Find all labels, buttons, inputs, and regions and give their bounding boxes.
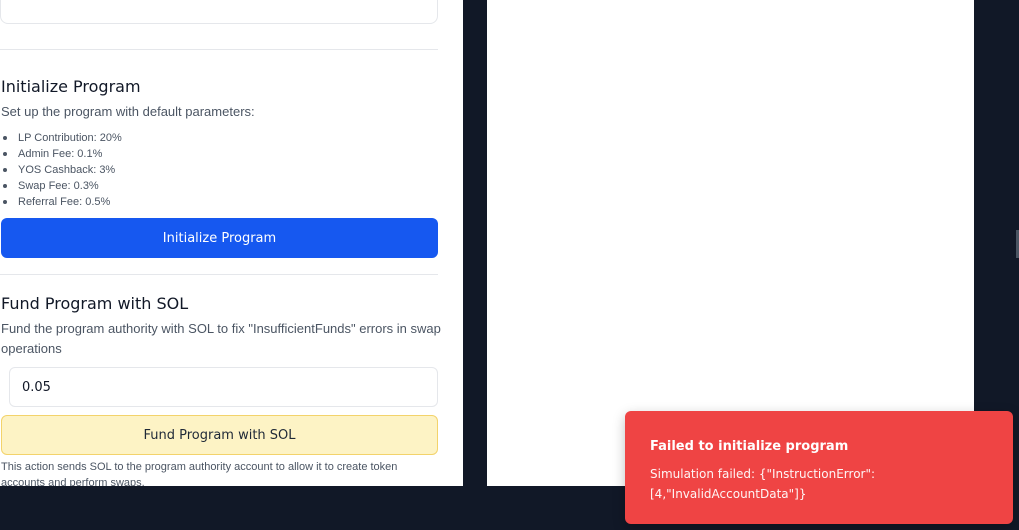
initialize-program-button[interactable]: Initialize Program	[1, 218, 438, 258]
error-toast[interactable]: Failed to initialize program Simulation …	[625, 411, 1013, 524]
top-card	[0, 0, 438, 24]
toast-description: Simulation failed: {"InstructionError": …	[650, 467, 876, 501]
param-admin-fee: Admin Fee: 0.1%	[0, 146, 122, 162]
fund-title: Fund Program with SOL	[1, 294, 189, 313]
sol-amount-input[interactable]	[9, 367, 438, 407]
parameter-list: LP Contribution: 20% Admin Fee: 0.1% YOS…	[0, 130, 122, 210]
fund-note: This action sends SOL to the program aut…	[1, 461, 398, 486]
param-referral-fee: Referral Fee: 0.5%	[0, 194, 122, 210]
param-yos-cashback: YOS Cashback: 3%	[0, 162, 122, 178]
param-swap-fee: Swap Fee: 0.3%	[0, 178, 122, 194]
toast-title: Failed to initialize program	[650, 439, 849, 454]
admin-panel: Initialize Program Set up the program wi…	[0, 0, 463, 486]
initialize-description: Set up the program with default paramete…	[1, 104, 255, 119]
fund-description: Fund the program authority with SOL to f…	[1, 321, 441, 356]
divider	[0, 274, 438, 275]
divider	[0, 49, 438, 50]
fund-program-button[interactable]: Fund Program with SOL	[1, 415, 438, 455]
param-lp-contribution: LP Contribution: 20%	[0, 130, 122, 146]
initialize-title: Initialize Program	[1, 77, 141, 96]
